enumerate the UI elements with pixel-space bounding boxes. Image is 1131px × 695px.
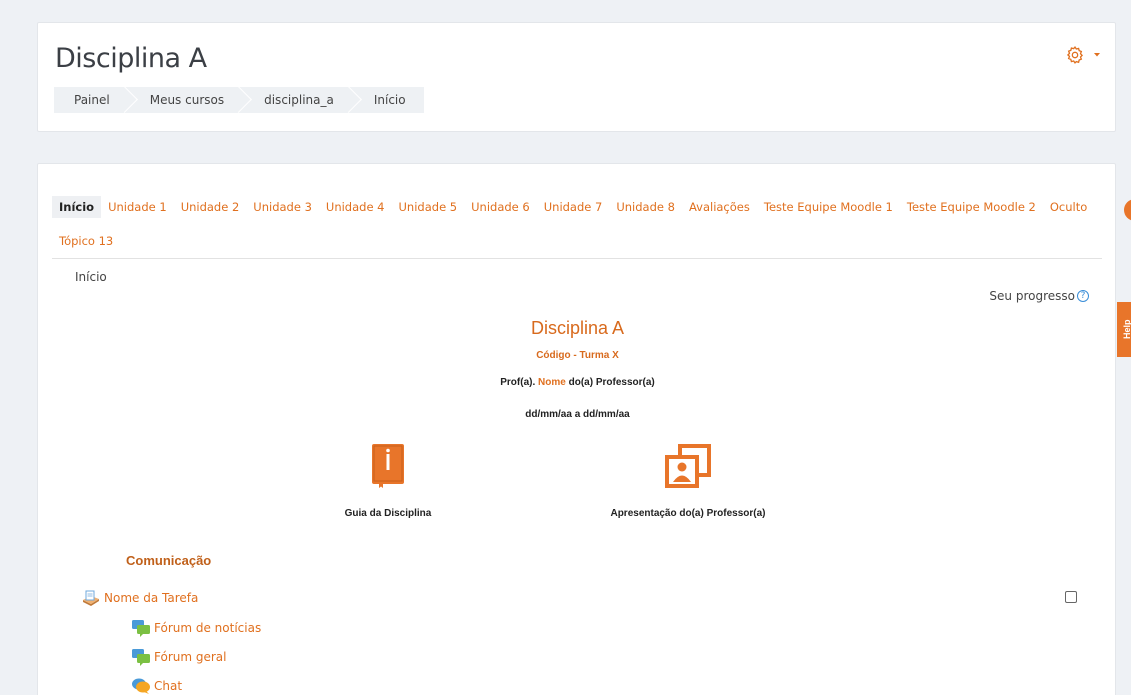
page-title: Disciplina A [55, 43, 207, 74]
tab-topico-13[interactable]: Tópico 13 [52, 230, 120, 252]
tab-unidade-5[interactable]: Unidade 5 [392, 196, 465, 218]
assignment-icon [83, 590, 99, 606]
professor-line: Prof(a). Nome do(a) Professor(a) [38, 377, 1117, 388]
tab-unidade-7[interactable]: Unidade 7 [537, 196, 610, 218]
general-forum-label: Fórum geral [154, 650, 227, 664]
settings-menu-button[interactable] [1065, 45, 1101, 65]
presentation-resource[interactable]: Apresentação do(a) Professor(a) [593, 441, 783, 519]
tab-oculto[interactable]: Oculto [1043, 196, 1094, 218]
tab-inicio[interactable]: Início [52, 196, 102, 218]
guide-label: Guia da Disciplina [344, 508, 432, 519]
profile-photos-icon [665, 444, 711, 488]
assignment-link[interactable]: Nome da Tarefa [81, 589, 198, 607]
chat-icon [132, 678, 150, 694]
breadcrumb-my-courses[interactable]: Meus cursos [128, 87, 242, 113]
forum-icon [132, 620, 150, 637]
chat-link[interactable]: Chat [131, 677, 182, 695]
course-content: Início Unidade 1 Unidade 2 Unidade 3 Uni… [37, 163, 1116, 695]
assignment-label: Nome da Tarefa [104, 591, 199, 605]
tab-unidade-4[interactable]: Unidade 4 [319, 196, 392, 218]
course-name: Disciplina A [530, 318, 625, 338]
chevron-down-icon [1094, 53, 1100, 57]
gear-icon [1066, 45, 1084, 64]
guide-resource[interactable]: Guia da Disciplina [328, 441, 448, 519]
professor-suffix: do(a) Professor(a) [565, 377, 655, 388]
tab-avaliacoes[interactable]: Avaliações [682, 196, 757, 218]
tab-unidade-8[interactable]: Unidade 8 [609, 196, 682, 218]
tab-unidade-3[interactable]: Unidade 3 [246, 196, 319, 218]
course-header: Disciplina A Painel Meus cursos discipli… [37, 22, 1116, 132]
section-title: Início [75, 270, 107, 284]
tab-teste-equipe-moodle-2[interactable]: Teste Equipe Moodle 2 [900, 196, 1043, 218]
course-code: Código - Turma X [536, 350, 619, 361]
tab-unidade-6[interactable]: Unidade 6 [464, 196, 537, 218]
professor-name: Nome [538, 377, 566, 388]
tab-unidade-2[interactable]: Unidade 2 [174, 196, 247, 218]
side-toggle-button[interactable] [1124, 199, 1131, 221]
breadcrumb-painel[interactable]: Painel [54, 87, 128, 113]
communication-heading: Comunicação [126, 553, 212, 568]
news-forum-label: Fórum de notícias [154, 621, 262, 635]
section-tabs: Início Unidade 1 Unidade 2 Unidade 3 Uni… [52, 196, 1102, 259]
help-side-tab[interactable]: Help [1117, 302, 1131, 357]
info-book-icon [372, 444, 404, 488]
completion-checkbox[interactable] [1065, 591, 1077, 603]
news-forum-link[interactable]: Fórum de notícias [131, 619, 261, 637]
help-icon[interactable]: ? [1077, 290, 1089, 302]
breadcrumb-course[interactable]: disciplina_a [242, 87, 352, 113]
date-range: dd/mm/aa a dd/mm/aa [525, 409, 630, 420]
general-forum-link[interactable]: Fórum geral [131, 648, 226, 666]
breadcrumb-current[interactable]: Início [352, 87, 424, 113]
forum-icon [132, 649, 150, 666]
tab-teste-equipe-moodle-1[interactable]: Teste Equipe Moodle 1 [757, 196, 900, 218]
tab-unidade-1[interactable]: Unidade 1 [101, 196, 174, 218]
professor-prefix: Prof(a). [500, 377, 539, 388]
progress-label: Seu progresso [989, 289, 1075, 303]
presentation-label: Apresentação do(a) Professor(a) [610, 508, 766, 519]
progress-indicator: Seu progresso ? [989, 289, 1089, 303]
chat-label: Chat [154, 679, 183, 693]
breadcrumb: Painel Meus cursos disciplina_a Início [54, 87, 424, 113]
